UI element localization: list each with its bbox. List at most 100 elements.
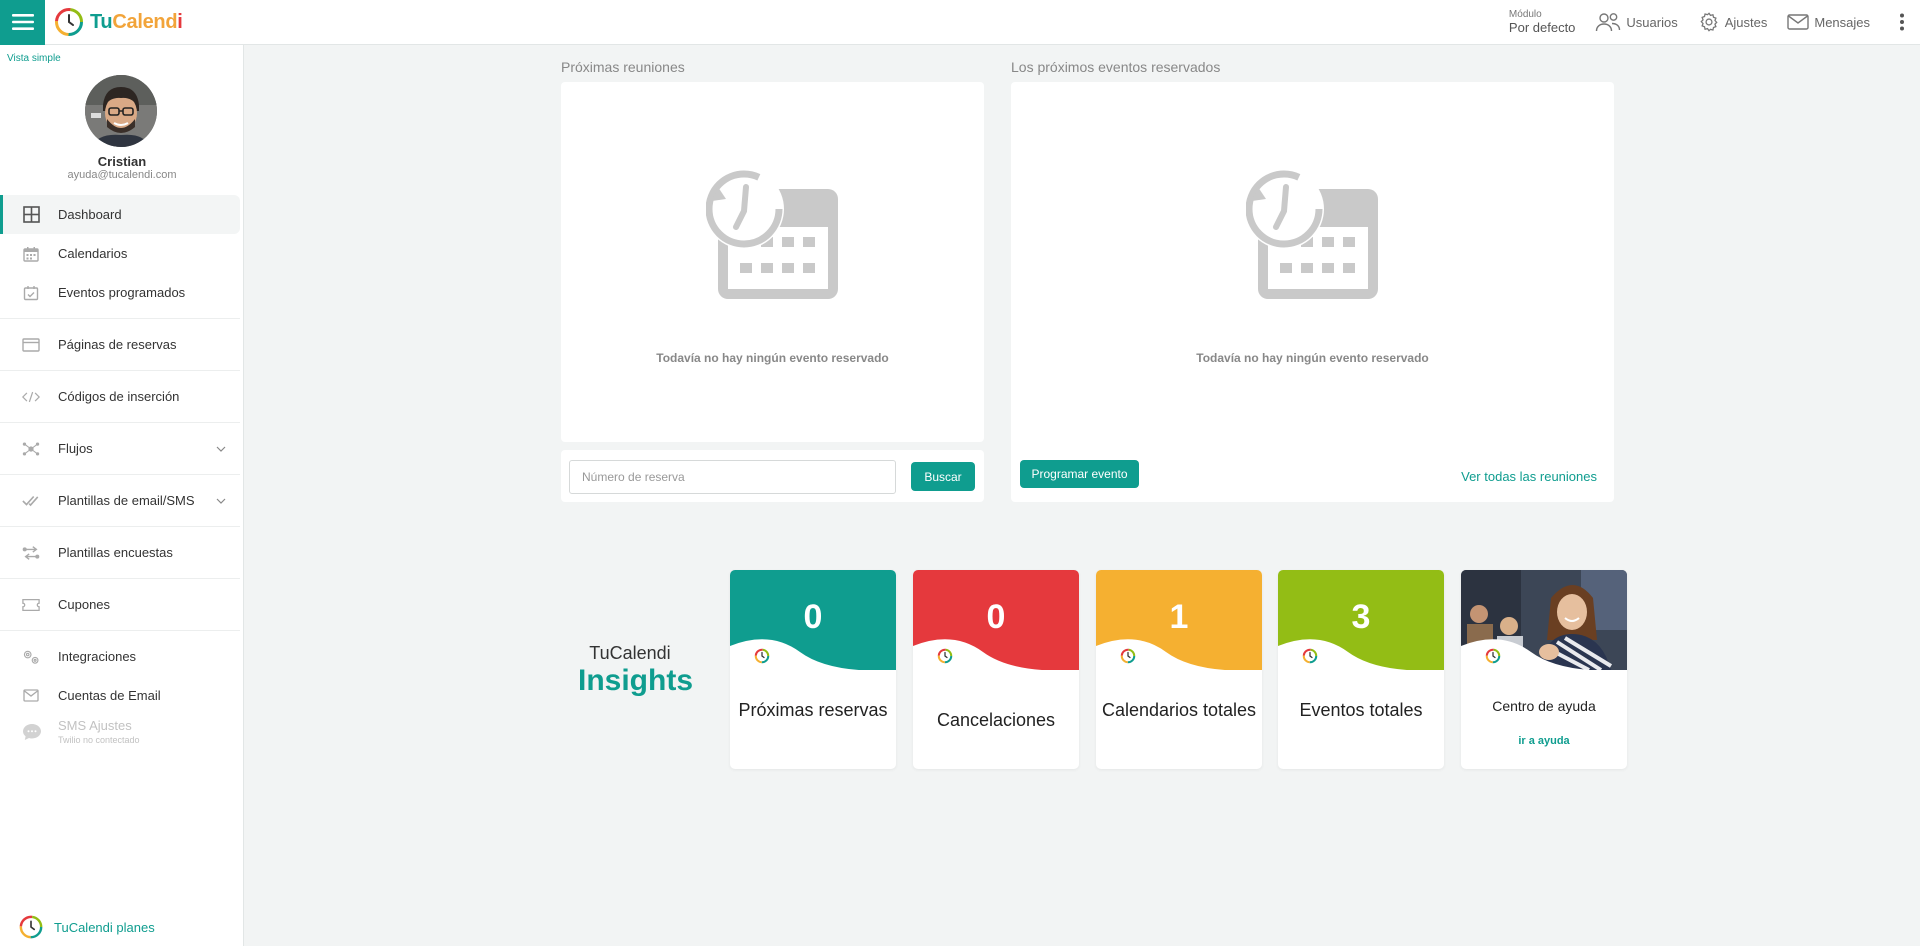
module-selector[interactable]: Módulo Por defecto (1509, 10, 1576, 35)
sidebar-item-label: Páginas de reservas (58, 337, 177, 352)
sidebar-item-label: Calendarios (58, 246, 128, 261)
meetings-empty-state: Todavía no hay ningún evento reservado (561, 167, 984, 365)
plans-label: TuCalendi planes (54, 919, 155, 935)
avatar[interactable] (85, 75, 157, 147)
events-empty-state: Todavía no hay ningún evento reservado (1011, 167, 1614, 365)
sidebar-item-cupones[interactable]: Cupones (0, 585, 244, 624)
browser-window-icon (22, 336, 40, 354)
calendar-clock-icon (1245, 169, 1378, 299)
stat-value: 1 (1169, 598, 1189, 636)
nav-messages[interactable]: Mensajes (1787, 13, 1870, 31)
sidebar-divider (0, 370, 240, 371)
nav-settings-label: Ajustes (1724, 14, 1768, 30)
view-all-meetings-link[interactable]: Ver todas las reuniones (1461, 469, 1597, 484)
sidebar-item-flujos[interactable]: Flujos (0, 429, 244, 468)
nav-users-label: Usuarios (1626, 14, 1678, 30)
stat-card-cancelaciones[interactable]: 0 Cancelaciones (913, 570, 1079, 769)
plans-link[interactable]: TuCalendi planes (0, 908, 244, 946)
meetings-empty-text: Todavía no hay ningún evento reservado (656, 351, 889, 365)
nav-messages-label: Mensajes (1814, 14, 1870, 30)
help-center-link[interactable]: ir a ayuda (1461, 735, 1627, 747)
tucalendi-logo-icon (1485, 648, 1501, 664)
help-center-card[interactable]: Centro de ayuda ir a ayuda (1461, 570, 1627, 769)
sidebar-divider (0, 318, 240, 319)
stat-card-eventos-totales[interactable]: 3 Eventos totales (1278, 570, 1444, 769)
sidebar-item-label: Plantillas de email/SMS (58, 493, 195, 508)
sidebar-item-label: Cupones (58, 597, 111, 612)
brand-logo[interactable]: TuCalendi (53, 6, 183, 38)
calendar-check-icon (22, 284, 40, 302)
sms-settings-label: SMS Ajustes (58, 718, 132, 733)
insights-brand: TuCalendi (589, 643, 671, 663)
booking-number-input[interactable] (569, 460, 896, 494)
ticket-icon (22, 596, 40, 614)
sidebar-item-eventos-programados[interactable]: Eventos programados (0, 273, 244, 312)
stat-label: Calendarios totales (1101, 700, 1257, 720)
stat-label: Cancelaciones (936, 710, 1056, 730)
sidebar-item-label: Cuentas de Email (58, 688, 161, 703)
more-options-button[interactable] (1890, 0, 1914, 45)
hamburger-menu-button[interactable] (0, 0, 45, 45)
search-button[interactable]: Buscar (911, 462, 975, 491)
swap-icon (22, 544, 40, 562)
sidebar-divider (0, 474, 240, 475)
tucalendi-logo-icon (1120, 648, 1136, 664)
calendar-clock-icon (705, 169, 838, 299)
stat-value: 3 (1351, 598, 1371, 636)
sidebar-item-sms-ajustes[interactable]: SMS Ajustes Twilio no contectado (0, 715, 244, 755)
stat-label: Próximas reservas (738, 700, 888, 720)
sidebar-item-codigos-insercion[interactable]: Códigos de inserción (0, 377, 244, 416)
simple-view-link[interactable]: Vista simple (7, 53, 61, 64)
sidebar-item-calendarios[interactable]: Calendarios (0, 234, 244, 273)
gears-icon (22, 648, 40, 666)
sidebar-item-paginas-reservas[interactable]: Páginas de reservas (0, 325, 244, 364)
envelope-icon (22, 687, 40, 705)
chat-bubble-icon (22, 723, 42, 746)
sidebar-item-dashboard[interactable]: Dashboard (0, 195, 240, 234)
user-email: ayuda@tucalendi.com (67, 169, 177, 181)
sidebar-item-plantillas-encuestas[interactable]: Plantillas encuestas (0, 533, 244, 572)
insights-title: Insights (578, 664, 694, 697)
meetings-title: Próximas reuniones (561, 59, 685, 75)
nav-users[interactable]: Usuarios (1595, 11, 1678, 33)
top-bar: TuCalendi Módulo Por defecto Usuarios Aj… (0, 0, 1920, 45)
sidebar: Vista simple Cristian ayuda@tucalendi.co… (0, 45, 244, 946)
brand-name: TuCalendi (90, 10, 183, 33)
gear-icon (1700, 12, 1718, 32)
chevron-down-icon (216, 498, 226, 504)
kebab-menu-icon (1900, 13, 1904, 31)
stat-card-proximas-reservas[interactable]: 0 Próximas reservas (730, 570, 896, 769)
stat-value: 0 (986, 598, 1006, 636)
sidebar-item-label: Eventos programados (58, 285, 186, 300)
booking-search-card: Buscar (561, 450, 984, 502)
grid-icon (22, 206, 40, 224)
sidebar-item-plantillas-email[interactable]: Plantillas de email/SMS (0, 481, 244, 520)
stat-card-calendarios-totales[interactable]: 1 Calendarios totales (1096, 570, 1262, 769)
tucalendi-logo-icon (19, 915, 43, 939)
sidebar-item-cuentas-email[interactable]: Cuentas de Email (0, 676, 244, 715)
events-empty-text: Todavía no hay ningún evento reservado (1196, 351, 1429, 365)
double-check-icon (22, 492, 40, 510)
sidebar-item-integraciones[interactable]: Integraciones (0, 637, 244, 676)
workflow-icon (22, 440, 40, 458)
tucalendi-logo-icon (1302, 648, 1318, 664)
sidebar-nav: Dashboard Calendarios Eventos programado… (0, 195, 244, 755)
stat-label: Eventos totales (1299, 700, 1423, 720)
meetings-card: Todavía no hay ningún evento reservado (561, 82, 984, 442)
sidebar-item-label: Códigos de inserción (58, 389, 180, 404)
sidebar-divider (0, 630, 240, 631)
events-card: Todavía no hay ningún evento reservado P… (1011, 82, 1614, 502)
sidebar-divider (0, 578, 240, 579)
user-name: Cristian (97, 154, 147, 169)
user-avatar-image (85, 75, 157, 147)
calendar-icon (22, 245, 40, 263)
help-center-title: Centro de ayuda (1492, 698, 1596, 714)
envelope-icon (1787, 14, 1810, 30)
sidebar-item-label: Plantillas encuestas (58, 545, 173, 560)
chevron-down-icon (216, 446, 226, 452)
nav-settings[interactable]: Ajustes (1698, 11, 1768, 33)
schedule-event-button[interactable]: Programar evento (1020, 460, 1139, 488)
sidebar-divider (0, 422, 240, 423)
tucalendi-logo-icon (754, 648, 770, 664)
sidebar-item-label: Integraciones (58, 649, 137, 664)
